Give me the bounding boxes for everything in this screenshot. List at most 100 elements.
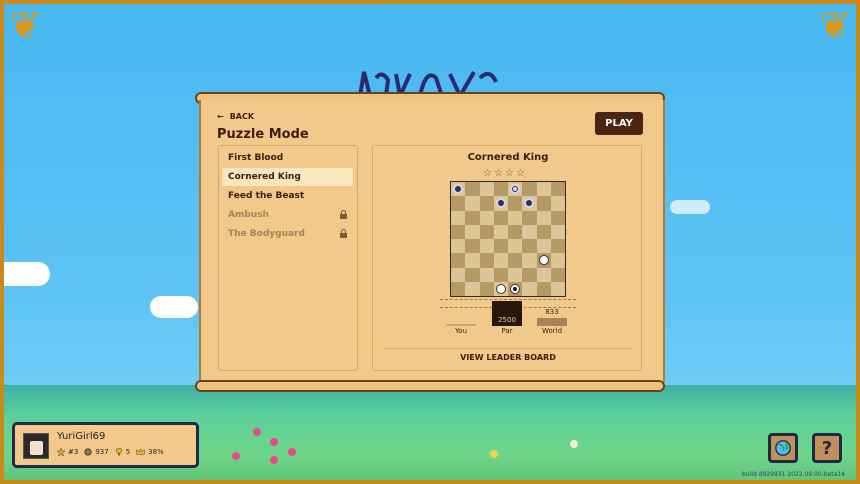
board-square[interactable]: [479, 210, 494, 225]
board-square[interactable]: [493, 267, 508, 282]
board-square[interactable]: [479, 281, 494, 296]
puzzle-item-feed-the-beast[interactable]: Feed the Beast: [222, 187, 353, 205]
cloud: [150, 296, 198, 318]
board-square[interactable]: [451, 210, 466, 225]
back-button[interactable]: ← BACK: [217, 112, 254, 121]
board-square[interactable]: [550, 281, 565, 296]
board-square[interactable]: [508, 281, 523, 296]
player-card[interactable]: YuriGirl69 #3 937 5 38%: [12, 422, 199, 468]
board-square[interactable]: [465, 210, 480, 225]
board-square[interactable]: [508, 239, 523, 254]
board-square[interactable]: [550, 196, 565, 211]
board-square[interactable]: [465, 239, 480, 254]
board-square[interactable]: [465, 267, 480, 282]
board-square[interactable]: [479, 267, 494, 282]
score-guide-line: [440, 299, 576, 300]
flower-decoration: [270, 438, 278, 446]
board-square[interactable]: [493, 253, 508, 268]
board-square[interactable]: [508, 196, 523, 211]
coin-icon: [84, 448, 92, 456]
puzzle-item-label: The Bodyguard: [228, 229, 305, 239]
stat-trophies: 5: [115, 448, 130, 456]
board-square[interactable]: [451, 253, 466, 268]
checkers-board[interactable]: [450, 181, 566, 297]
board-square[interactable]: [550, 253, 565, 268]
white-piece[interactable]: [538, 255, 549, 266]
player-name: YuriGirl69: [57, 431, 106, 442]
puzzle-item-ambush[interactable]: Ambush: [222, 206, 353, 224]
board-square[interactable]: [465, 196, 480, 211]
board-square[interactable]: [465, 224, 480, 239]
board-square[interactable]: [522, 267, 537, 282]
puzzle-item-first-blood[interactable]: First Blood: [222, 149, 353, 167]
board-square[interactable]: [493, 239, 508, 254]
black-piece[interactable]: [453, 184, 463, 194]
white-piece[interactable]: [495, 283, 506, 294]
board-square[interactable]: [493, 224, 508, 239]
score-value-par: 2500: [498, 316, 516, 324]
puzzle-item-cornered-king[interactable]: Cornered King: [222, 168, 353, 186]
board-square[interactable]: [465, 253, 480, 268]
board-square[interactable]: [508, 224, 523, 239]
board-square[interactable]: [522, 196, 537, 211]
board-square[interactable]: [479, 224, 494, 239]
world-button[interactable]: [768, 433, 798, 463]
puzzle-item-the-bodyguard[interactable]: The Bodyguard: [222, 225, 353, 243]
board-square[interactable]: [479, 196, 494, 211]
help-button[interactable]: ?: [812, 433, 842, 463]
board-square[interactable]: [522, 224, 537, 239]
board-square[interactable]: [493, 210, 508, 225]
board-square[interactable]: [479, 182, 494, 197]
board-square[interactable]: [522, 253, 537, 268]
board-square[interactable]: [493, 196, 508, 211]
board-square[interactable]: [493, 281, 508, 296]
flower-decoration: [490, 450, 498, 458]
board-square[interactable]: [536, 210, 551, 225]
puzzle-item-label: First Blood: [228, 153, 284, 163]
board-square[interactable]: [508, 253, 523, 268]
board-square[interactable]: [451, 196, 466, 211]
board-square[interactable]: [451, 182, 466, 197]
board-square[interactable]: [550, 239, 565, 254]
board-square[interactable]: [508, 267, 523, 282]
board-square[interactable]: [451, 267, 466, 282]
view-leaderboard-button[interactable]: VIEW LEADER BOARD: [373, 353, 643, 362]
stat-rank-value: #3: [68, 448, 79, 456]
back-label: BACK: [229, 112, 255, 121]
puzzle-item-label: Feed the Beast: [228, 191, 305, 201]
stat-rank: #3: [57, 448, 78, 456]
board-square[interactable]: [451, 281, 466, 296]
board-square[interactable]: [550, 267, 565, 282]
board-square[interactable]: [550, 182, 565, 197]
lock-icon: [340, 229, 347, 238]
board-square[interactable]: [479, 253, 494, 268]
board-square[interactable]: [536, 224, 551, 239]
white-king-piece[interactable]: [510, 283, 520, 294]
board-square[interactable]: [493, 182, 508, 197]
board-square[interactable]: [451, 239, 466, 254]
black-piece[interactable]: [524, 198, 535, 209]
board-square[interactable]: [508, 182, 523, 197]
board-square[interactable]: [536, 281, 551, 296]
board-square[interactable]: [536, 267, 551, 282]
board-square[interactable]: [522, 182, 537, 197]
board-square[interactable]: [465, 182, 480, 197]
board-square[interactable]: [508, 210, 523, 225]
board-square[interactable]: [536, 196, 551, 211]
board-square[interactable]: [536, 182, 551, 197]
question-mark-icon: ?: [821, 437, 833, 459]
black-piece[interactable]: [495, 198, 506, 209]
play-button[interactable]: PLAY: [595, 112, 643, 135]
board-square[interactable]: [465, 281, 480, 296]
board-square[interactable]: [451, 224, 466, 239]
globe-icon: [775, 440, 791, 456]
black-king-piece[interactable]: [510, 184, 520, 194]
board-square[interactable]: [536, 239, 551, 254]
board-square[interactable]: [479, 239, 494, 254]
board-square[interactable]: [522, 239, 537, 254]
board-square[interactable]: [550, 224, 565, 239]
board-square[interactable]: [522, 210, 537, 225]
board-square[interactable]: [536, 253, 551, 268]
board-square[interactable]: [522, 281, 537, 296]
board-square[interactable]: [550, 210, 565, 225]
